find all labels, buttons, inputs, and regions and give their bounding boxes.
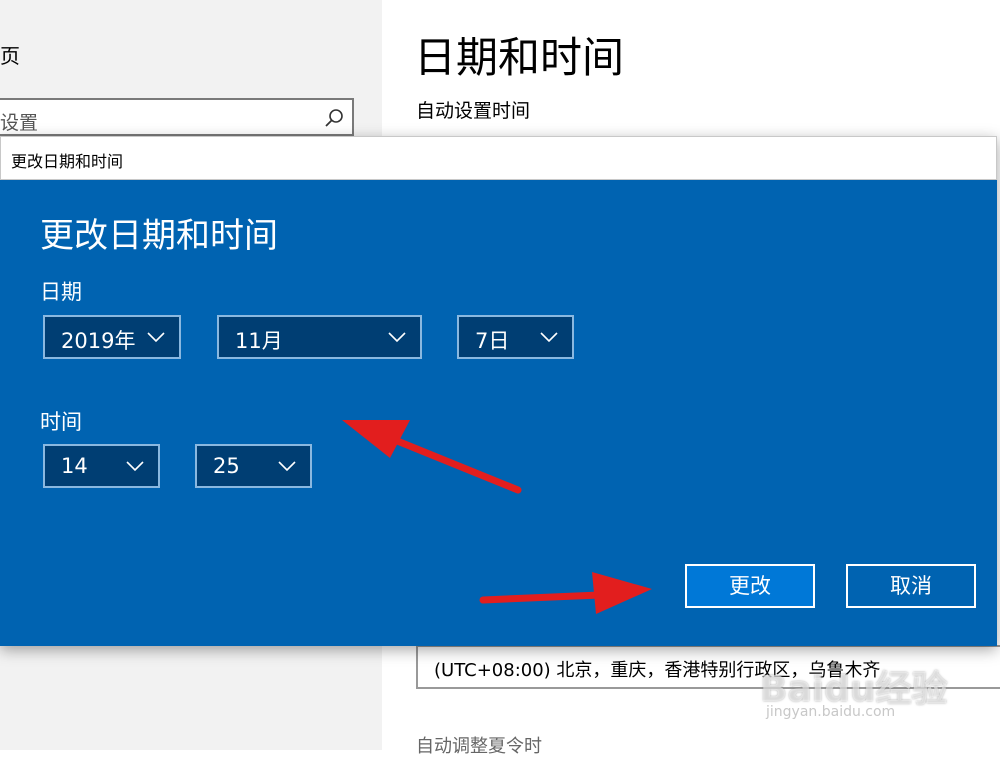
- timezone-select[interactable]: (UTC+08:00) 北京，重庆，香港特别行政区，乌鲁木齐: [416, 645, 1000, 689]
- year-select[interactable]: 2019年: [43, 315, 181, 359]
- month-value: 11月: [235, 329, 283, 353]
- hour-select[interactable]: 14: [43, 444, 160, 488]
- dialog-body: 更改日期和时间 日期 2019年 11月 7日 时间 14 25 更改 取消: [0, 180, 997, 646]
- chevron-down-icon: [126, 461, 144, 472]
- change-datetime-dialog: 更改日期和时间 更改日期和时间 日期 2019年 11月 7日 时间 14 25…: [0, 136, 997, 646]
- search-input[interactable]: 查找设置: [0, 98, 354, 136]
- change-button[interactable]: 更改: [685, 564, 815, 608]
- minute-value: 25: [213, 454, 240, 478]
- auto-time-label: 自动设置时间: [416, 100, 531, 122]
- watermark-url: jingyan.baidu.com: [766, 704, 896, 720]
- day-value: 7日: [475, 329, 510, 353]
- minute-select[interactable]: 25: [195, 444, 312, 488]
- chevron-down-icon: [147, 332, 165, 343]
- dialog-titlebar[interactable]: 更改日期和时间: [0, 136, 997, 180]
- dialog-heading: 更改日期和时间: [40, 216, 278, 256]
- time-label: 时间: [40, 410, 82, 434]
- cancel-button[interactable]: 取消: [846, 564, 976, 608]
- sidebar-item-home[interactable]: 主页: [0, 40, 20, 69]
- sidebar-item-home-label: 主页: [0, 44, 20, 68]
- day-select[interactable]: 7日: [457, 315, 574, 359]
- search-icon: [325, 109, 343, 127]
- date-label: 日期: [40, 280, 82, 304]
- chevron-down-icon: [388, 332, 406, 343]
- search-placeholder: 查找设置: [0, 112, 39, 134]
- dst-label: 自动调整夏令时: [416, 736, 542, 757]
- chevron-down-icon: [278, 461, 296, 472]
- timezone-value: (UTC+08:00) 北京，重庆，香港特别行政区，乌鲁木齐: [434, 660, 881, 681]
- dialog-window-title: 更改日期和时间: [11, 152, 124, 171]
- chevron-down-icon: [540, 332, 558, 343]
- hour-value: 14: [61, 454, 88, 478]
- year-value: 2019年: [61, 329, 136, 353]
- page-title: 日期和时间: [414, 33, 625, 82]
- month-select[interactable]: 11月: [217, 315, 422, 359]
